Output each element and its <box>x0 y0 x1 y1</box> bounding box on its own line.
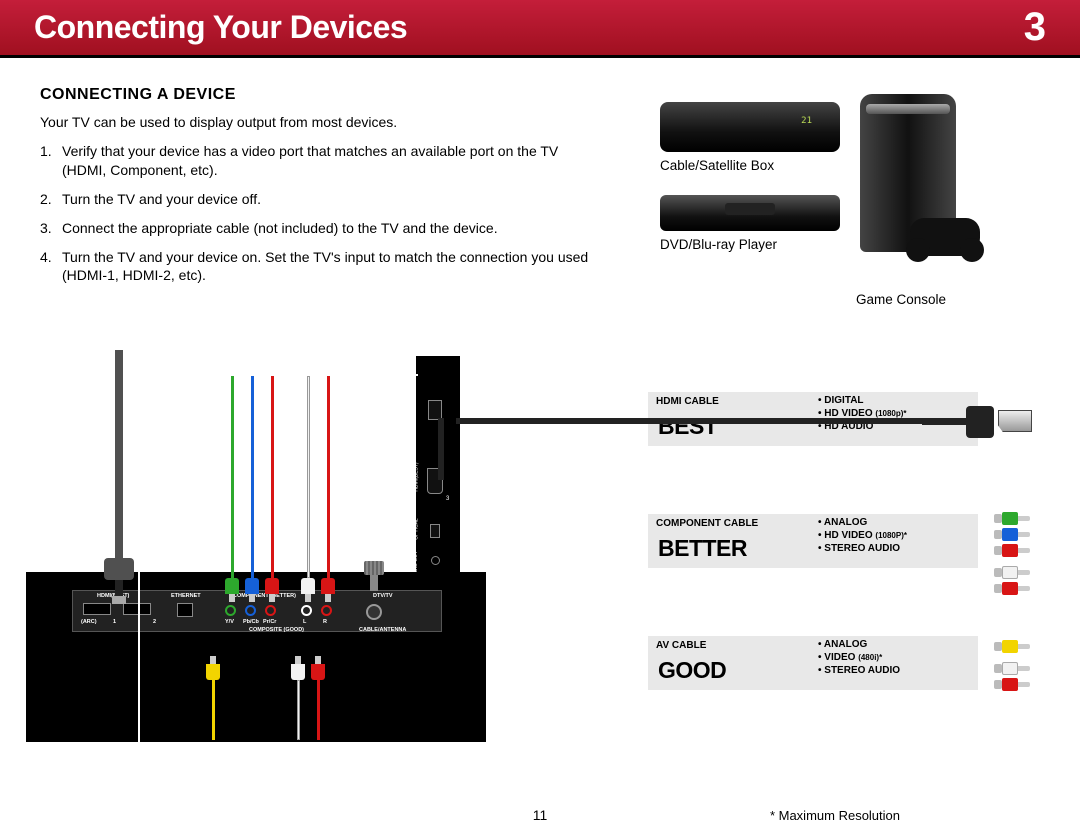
rca-red2-icon <box>994 582 1032 595</box>
rca-white-icon <box>994 566 1032 579</box>
rca-yellow-icon <box>994 640 1032 653</box>
rca-red-icon <box>994 544 1032 557</box>
hdmi1-num: 1 <box>113 619 116 625</box>
hdmi-cable-vertical <box>115 350 123 560</box>
steps-list: Verify that your device has a video port… <box>40 142 600 285</box>
dvd-player-icon <box>660 195 840 231</box>
hdmi-cable-label: HDMI CABLE <box>648 392 798 411</box>
component-info-box: COMPONENT CABLE BETTER • ANALOG • HD VID… <box>648 514 978 568</box>
hdmi-connector-icon <box>958 406 1032 442</box>
diagram-frame-top <box>138 374 418 376</box>
controller-icon <box>910 218 980 256</box>
step-2: Turn the TV and your device off. <box>40 190 600 209</box>
step-1: Verify that your device has a video port… <box>40 142 600 180</box>
console-label: Game Console <box>856 292 946 307</box>
footnote: * Maximum Resolution <box>770 808 900 823</box>
connection-diagram: USB HDMI(BEST) 3 OPTICAL AUDIO OUT HDMI(… <box>26 356 1054 806</box>
component-rca-group <box>994 512 1032 598</box>
step-3: Connect the appropriate cable (not inclu… <box>40 219 600 238</box>
game-console-device <box>860 94 956 252</box>
device-illustrations: Cable/Satellite Box DVD/Blu-ray Player G… <box>660 102 1060 252</box>
chapter-title: Connecting Your Devices <box>34 9 407 46</box>
hdmi1-port-icon <box>83 603 111 615</box>
step-4: Turn the TV and your device on. Set the … <box>40 248 600 286</box>
diagram-frame-left <box>138 374 648 770</box>
rca-blue-icon <box>994 528 1032 541</box>
arc-label: (ARC) <box>81 619 97 625</box>
component-cable-label: COMPONENT CABLE <box>648 514 798 533</box>
chapter-number: 3 <box>1024 5 1046 50</box>
av-rating: GOOD <box>648 655 818 690</box>
hdmi-hwire <box>456 418 986 424</box>
av-cable-label: AV CABLE <box>648 636 798 655</box>
av-info-box: AV CABLE GOOD • ANALOG • VIDEO (480i)* •… <box>648 636 978 690</box>
hdmi-vwire-to-side <box>438 418 444 480</box>
rca-red3-icon <box>994 678 1032 691</box>
dvd-label: DVD/Blu-ray Player <box>660 237 840 252</box>
rca-green-icon <box>994 512 1032 525</box>
av-bullets: • ANALOG • VIDEO (480i)* • STEREO AUDIO <box>818 636 900 690</box>
page-number: 11 <box>533 807 548 823</box>
av-rca-group <box>994 640 1032 694</box>
rca-white2-icon <box>994 662 1032 675</box>
hdmi-rating: BEST <box>648 411 818 446</box>
chapter-header: Connecting Your Devices 3 <box>0 0 1080 58</box>
cable-box-label: Cable/Satellite Box <box>660 158 840 173</box>
component-bullets: • ANALOG • HD VIDEO (1080P)* • STEREO AU… <box>818 514 907 568</box>
cable-box-icon <box>660 102 840 152</box>
component-rating: BETTER <box>648 533 818 568</box>
cable-box-device: Cable/Satellite Box DVD/Blu-ray Player <box>660 102 840 252</box>
